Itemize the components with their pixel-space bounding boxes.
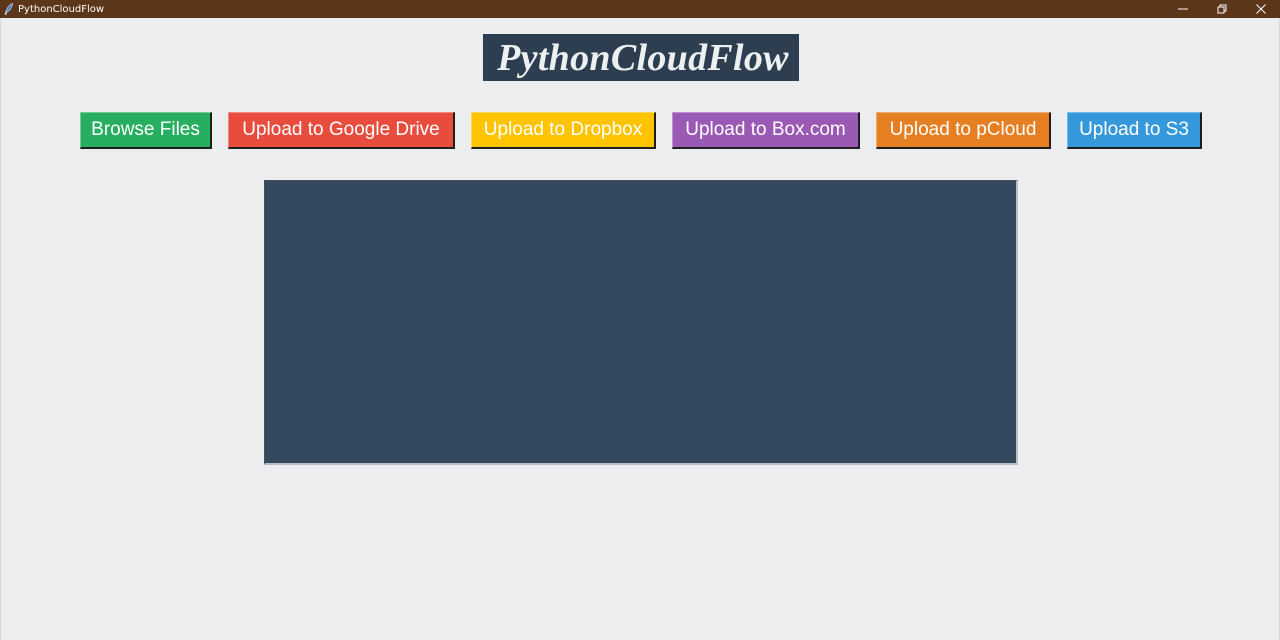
window-title: PythonCloudFlow — [18, 3, 105, 15]
window-controls — [1163, 0, 1280, 18]
app-logo: PythonCloudFlow — [483, 34, 799, 81]
app-window: PythonCloudFlow Browse Files Upload to G… — [0, 18, 1280, 640]
logo-text: PythonCloudFlow — [497, 36, 789, 79]
file-display-panel — [264, 180, 1018, 465]
upload-pcloud-button[interactable]: Upload to pCloud — [876, 112, 1051, 149]
close-button[interactable] — [1241, 0, 1280, 18]
close-icon — [1255, 4, 1266, 14]
restore-icon — [1217, 4, 1226, 14]
minimize-icon — [1177, 8, 1188, 10]
feather-icon — [0, 0, 18, 18]
upload-google-drive-button[interactable]: Upload to Google Drive — [228, 112, 455, 149]
minimize-button[interactable] — [1163, 0, 1202, 18]
restore-button[interactable] — [1202, 0, 1241, 18]
upload-s3-button[interactable]: Upload to S3 — [1067, 112, 1202, 149]
title-bar: PythonCloudFlow — [0, 0, 1280, 18]
browse-files-button[interactable]: Browse Files — [80, 112, 212, 149]
upload-dropbox-button[interactable]: Upload to Dropbox — [471, 112, 656, 149]
upload-box-button[interactable]: Upload to Box.com — [672, 112, 860, 149]
